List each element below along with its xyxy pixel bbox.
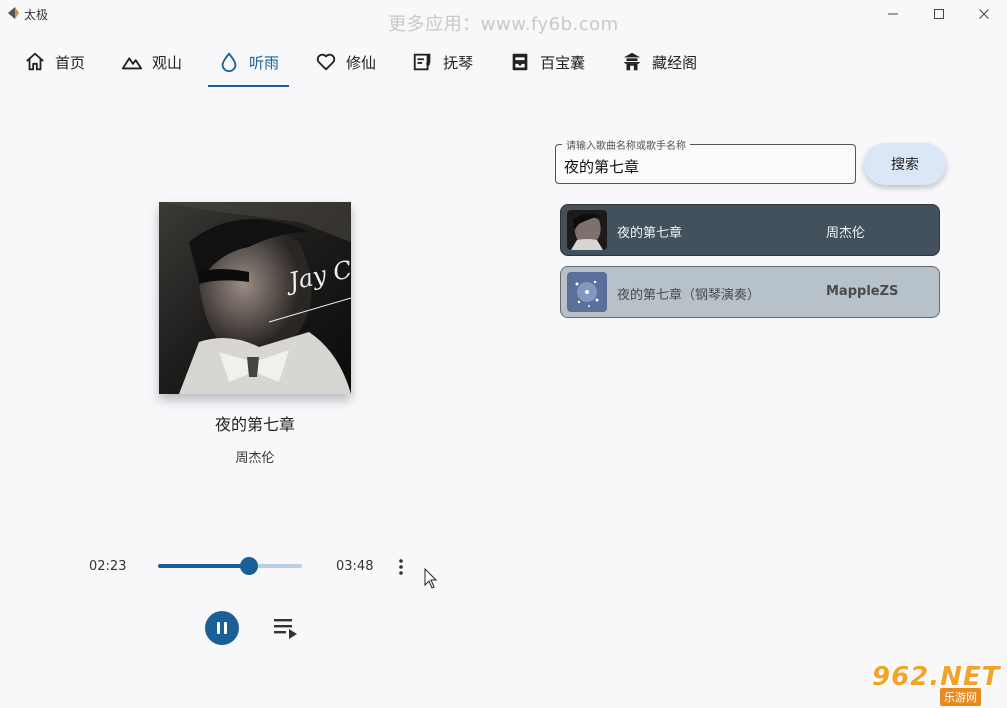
music-sheet-icon [413,53,431,71]
pagoda-icon [623,52,641,71]
song-title: 夜的第七章 [214,415,295,434]
title-bar: 太极 更多应用：www.fy6b.com [0,0,1007,35]
pause-icon [217,622,220,634]
maximize-button[interactable] [916,0,962,28]
current-time: 02:23 [89,559,127,574]
pause-icon [224,622,227,634]
watermark-main: 962.NET [872,662,1001,692]
mouse-cursor-icon [424,568,438,589]
close-button[interactable] [961,0,1007,28]
nav-item-cultivate[interactable]: 修仙 [305,44,386,80]
progress-slider[interactable] [158,555,302,577]
result-title: 夜的第七章 [617,226,683,241]
nav-item-mountain[interactable]: 观山 [111,44,192,80]
playlist-button[interactable] [272,615,300,641]
search-input[interactable] [564,157,844,175]
song-artist: 周杰伦 [235,451,275,466]
water-drop-icon [221,52,237,73]
mountain-icon [121,57,143,70]
result-artist: 周杰伦 [826,226,866,241]
playlist-icon [274,619,297,639]
result-thumbnail [567,210,607,250]
inbox-icon [512,53,528,71]
minimize-button[interactable] [870,0,916,28]
main-nav: 首页 观山 听雨 修仙 抚琴 百宝囊 藏经阁 [14,44,723,88]
slider-fill [158,564,249,568]
nav-item-rain[interactable]: 听雨 [208,44,290,87]
result-title: 夜的第七章（钢琴演奏） [617,288,761,303]
minimize-icon [888,13,898,15]
album-cover: Jay Chou [159,202,351,394]
result-artist: MappleZS [826,284,899,299]
nav-item-label: 首页 [55,53,86,72]
nav-item-label: 观山 [152,53,183,72]
nav-item-label: 抚琴 [443,53,474,72]
top-watermark: 更多应用：www.fy6b.com [388,14,619,35]
album-cover-art: Jay Chou [159,202,351,394]
more-options-button[interactable] [391,555,411,579]
search-label: 请输入歌曲名称或歌手名称 [562,137,690,152]
nav-item-treasure[interactable]: 百宝囊 [499,44,595,80]
maximize-icon [934,9,944,19]
nav-item-guqin[interactable]: 抚琴 [402,44,483,80]
heart-icon [316,53,336,71]
nav-item-label: 修仙 [346,53,377,72]
slider-thumb[interactable] [239,557,258,575]
home-icon [26,52,44,71]
nav-item-library[interactable]: 藏经阁 [611,44,707,80]
search-button[interactable]: 搜索 [864,143,946,185]
nav-item-label: 百宝囊 [540,53,586,72]
result-item[interactable]: 夜的第七章（钢琴演奏） MappleZS [560,266,940,318]
close-icon [979,9,989,19]
nav-item-label: 听雨 [249,53,280,72]
nav-item-label: 藏经阁 [652,53,698,72]
nav-item-home[interactable]: 首页 [14,44,95,80]
watermark-sub: 乐游网 [940,688,981,706]
total-time: 03:48 [336,559,374,574]
more-vertical-icon [399,559,403,575]
result-thumbnail [567,272,607,312]
pause-button[interactable] [205,611,239,645]
result-item[interactable]: 夜的第七章 周杰伦 [560,204,940,256]
site-watermark: 962.NET 乐游网 [868,662,1002,706]
